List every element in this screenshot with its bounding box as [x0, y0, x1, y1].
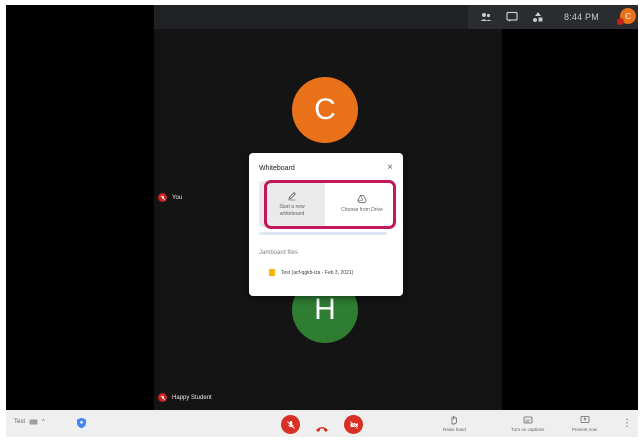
bottom-toolbar: Test ^ Raise hand Turn on captions Prese…: [6, 410, 638, 437]
action-label: Turn on captions: [511, 427, 545, 432]
present-now-button[interactable]: Present now: [572, 415, 597, 432]
muted-mic-icon: [158, 193, 167, 202]
participant-name: Happy Student: [172, 394, 212, 401]
drive-icon: [357, 195, 367, 204]
people-icon[interactable]: [480, 11, 492, 23]
action-label: Raise hand: [443, 427, 466, 432]
meeting-info-icon: [29, 419, 38, 425]
phone-icon: [316, 427, 328, 432]
meeting-name: Test: [14, 419, 26, 425]
option-label: Choose from Drive: [341, 207, 383, 213]
video-tile-right: [502, 29, 638, 410]
hand-icon: [451, 415, 458, 425]
dialog-title: Whiteboard: [259, 165, 295, 172]
muted-mic-icon: [158, 393, 167, 402]
choose-from-drive-button[interactable]: Choose from Drive: [329, 181, 395, 227]
raise-hand-button[interactable]: Raise hand: [443, 415, 466, 432]
clock: 8:44 PM: [564, 12, 599, 22]
participant-avatar-top: C: [292, 77, 358, 143]
shield-icon[interactable]: [76, 417, 87, 429]
chat-icon[interactable]: [506, 11, 518, 23]
more-options-icon[interactable]: ⋮: [622, 418, 632, 429]
chevron-up-icon: ^: [42, 419, 45, 425]
participant-label-happy: Happy Student: [158, 393, 212, 402]
participant-label-you: You: [158, 193, 182, 202]
jamboard-files-heading: Jamboard files: [259, 250, 299, 256]
present-icon: [580, 416, 589, 423]
file-name: Test (acf-qgkb-iza - Feb 3, 2021): [281, 269, 354, 276]
meeting-details-button[interactable]: Test ^: [14, 419, 45, 425]
divider: [259, 232, 387, 235]
jamboard-file-item[interactable]: Test (acf-qgkb-iza - Feb 3, 2021): [269, 269, 353, 276]
participant-name: You: [172, 194, 183, 201]
activities-icon[interactable]: [532, 11, 544, 23]
meet-window: 8:44 PM C C H You Happy Student Whiteboa…: [6, 5, 638, 437]
camera-off-icon: [349, 420, 358, 429]
top-strip: 8:44 PM C: [468, 5, 638, 29]
option-label: Start a new whiteboard: [279, 203, 305, 217]
mic-off-icon: [286, 420, 295, 429]
close-icon[interactable]: ×: [387, 162, 393, 173]
start-new-whiteboard-button[interactable]: Start a new whiteboard: [259, 181, 325, 227]
pen-icon: [288, 191, 296, 200]
notification-badge: [617, 18, 624, 25]
whiteboard-options: Start a new whiteboard Choose from Drive: [259, 181, 395, 227]
microphone-toggle-button[interactable]: [281, 415, 300, 434]
jamboard-icon: [269, 269, 275, 276]
captions-icon: [523, 416, 533, 424]
captions-button[interactable]: Turn on captions: [511, 415, 544, 432]
video-tile-left: [6, 5, 154, 410]
hang-up-button[interactable]: [315, 420, 329, 437]
camera-toggle-button[interactable]: [344, 415, 363, 434]
whiteboard-dialog: Whiteboard × Start a new whiteboard Choo…: [249, 153, 403, 296]
action-label: Present now: [572, 427, 598, 432]
